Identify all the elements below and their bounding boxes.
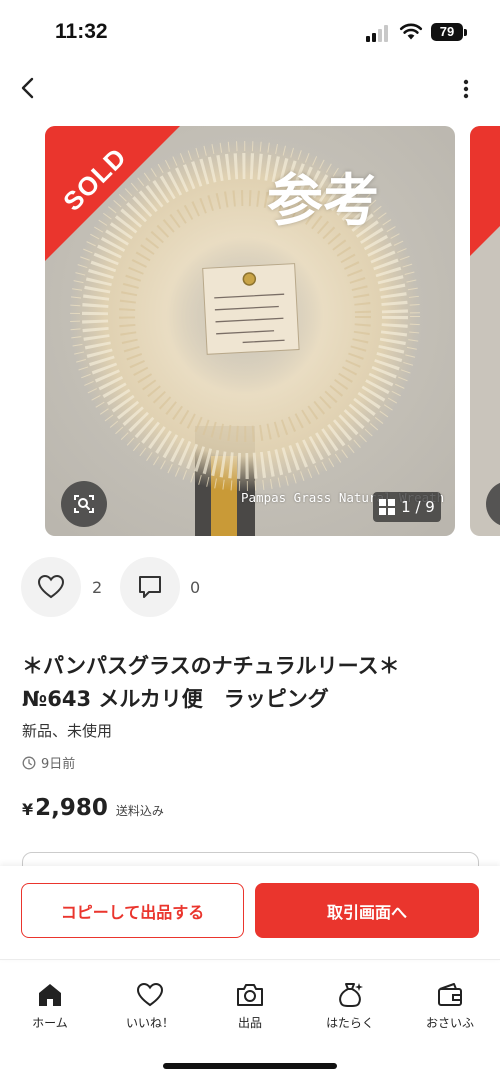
tab-sell-label: 出品 — [237, 1016, 262, 1030]
image-search-button[interactable] — [61, 481, 107, 527]
item-title: ＊パンパスグラスのナチュラルリース＊ №643 メルカリ便 ラッピング — [22, 650, 482, 716]
posted-time: 9日前 — [22, 753, 75, 772]
tab-work-label: はたらく — [326, 1016, 374, 1030]
product-image[interactable]: SOLD 参考 Pampas Grass Natural Wreath 1 / … — [45, 126, 455, 536]
comment-count: 0 — [190, 578, 201, 597]
image-counter-text: 1 / 9 — [401, 498, 435, 516]
comment-icon — [139, 576, 161, 598]
tab-likes-label: いいね！ — [125, 1016, 174, 1030]
price: ¥2,980 — [22, 795, 108, 821]
chevron-left-icon — [21, 77, 34, 99]
tabbar-divider — [0, 959, 500, 960]
like-count: 2 — [92, 578, 103, 597]
tab-home-label: ホーム — [32, 1016, 68, 1030]
comment-button[interactable] — [120, 557, 180, 617]
more-vertical-icon — [463, 79, 469, 99]
tab-wallet[interactable]: おさいふ — [400, 970, 500, 1034]
item-title-line-2: №643 メルカリ便 ラッピング — [22, 687, 329, 711]
home-indicator — [163, 1063, 337, 1069]
reference-label: 参考 — [267, 169, 379, 234]
heart-icon — [37, 574, 65, 599]
trade-screen-button[interactable]: 取引画面へ — [255, 883, 479, 938]
status-bar: 11:32 79 — [0, 0, 500, 62]
next-image-search-button — [486, 481, 500, 527]
price-row: ¥2,980 送料込み — [22, 795, 164, 821]
money-bag-icon — [339, 983, 363, 1007]
grid-icon — [379, 499, 396, 515]
next-product-image[interactable] — [470, 126, 500, 536]
clock-icon — [22, 756, 36, 769]
tab-bar: ホーム いいね！ 出品 はたらく おさいふ — [0, 970, 500, 1040]
item-detail-screen: 11:32 79 SOLD 参考 Pampas Grass Natural Wr… — [0, 0, 500, 1080]
wifi-icon — [399, 23, 423, 40]
camera-icon — [237, 984, 263, 1006]
like-button[interactable] — [21, 557, 81, 617]
item-title-line-1: ＊パンパスグラスのナチュラルリース＊ — [22, 654, 400, 678]
posted-time-text: 9日前 — [41, 757, 76, 772]
currency-symbol: ¥ — [22, 800, 34, 819]
next-sold-ribbon — [470, 126, 500, 256]
bottom-action-bar: コピーして出品する 取引画面へ — [0, 866, 500, 960]
cellular-signal-icon — [366, 25, 392, 42]
wallet-icon — [438, 983, 462, 1006]
price-value: 2,980 — [35, 795, 108, 821]
battery-tip — [464, 29, 467, 36]
lens-search-icon — [74, 495, 94, 513]
shipping-note: 送料込み — [115, 804, 164, 818]
tab-work[interactable]: はたらく — [300, 970, 400, 1034]
tab-sell[interactable]: 出品 — [200, 970, 300, 1034]
home-icon — [39, 984, 61, 1006]
item-condition: 新品、未使用 — [22, 722, 113, 740]
copy-listing-button[interactable]: コピーして出品する — [21, 883, 244, 938]
more-options-button[interactable] — [450, 72, 482, 106]
heart-icon — [136, 982, 164, 1007]
image-counter: 1 / 9 — [373, 492, 441, 522]
battery-indicator: 79 — [431, 23, 463, 41]
back-button[interactable] — [10, 70, 46, 106]
tab-likes[interactable]: いいね！ — [100, 970, 200, 1034]
image-carousel[interactable]: SOLD 参考 Pampas Grass Natural Wreath 1 / … — [0, 126, 500, 536]
tab-wallet-label: おさいふ — [425, 1016, 474, 1030]
tab-home[interactable]: ホーム — [0, 970, 100, 1034]
status-time: 11:32 — [55, 20, 108, 43]
